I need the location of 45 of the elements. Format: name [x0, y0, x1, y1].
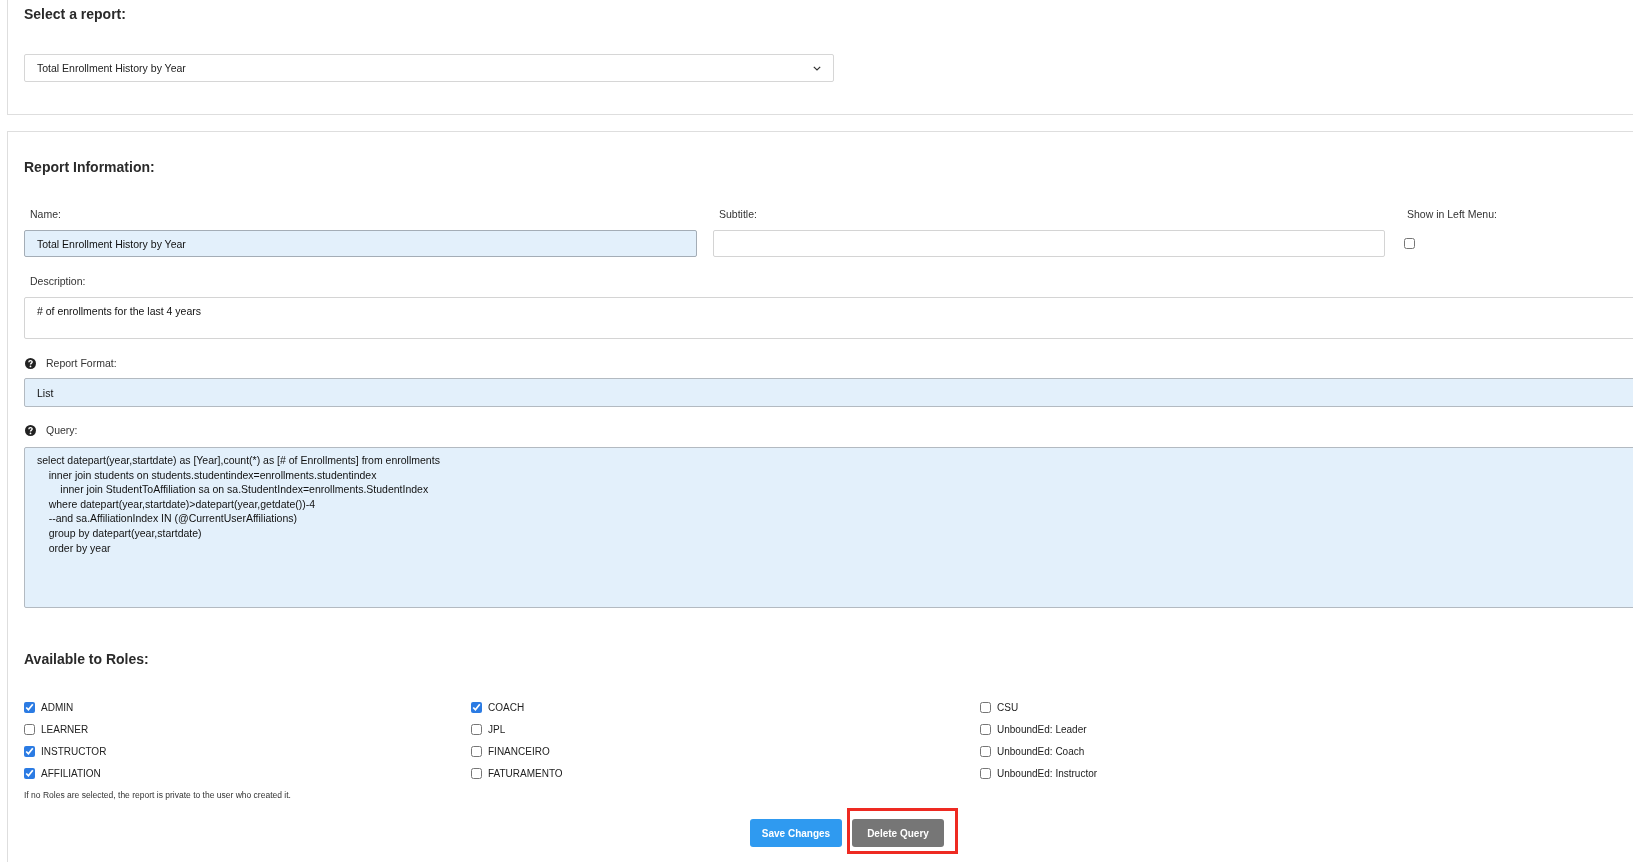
- role-label: UnboundEd: Instructor: [997, 767, 1098, 779]
- field-label: Subtitle:: [718, 207, 758, 221]
- role-label: FATURAMENTO: [488, 767, 563, 779]
- subtitle-field[interactable]: [713, 230, 1385, 257]
- field-label: Show in Left Menu:: [1406, 207, 1498, 221]
- chevron-down-icon: [813, 65, 821, 71]
- role-checkbox[interactable]: [471, 723, 482, 735]
- role-checkbox[interactable]: [980, 767, 991, 779]
- help-icon[interactable]: [25, 357, 36, 369]
- role-checkbox[interactable]: [24, 745, 35, 757]
- section-title: Report Information:: [24, 158, 156, 177]
- role-checkbox[interactable]: [980, 701, 991, 713]
- section-title: Select a report:: [24, 5, 127, 24]
- role-checkbox[interactable]: [24, 701, 35, 713]
- role-label: INSTRUCTOR: [41, 745, 107, 757]
- show-in-menu-checkbox[interactable]: [1404, 238, 1415, 249]
- roles-note: If no Roles are selected, the report is private to the user who created it.: [24, 789, 292, 801]
- role-label: JPL: [488, 723, 506, 735]
- role-checkbox[interactable]: [471, 745, 482, 757]
- field-label: Description:: [29, 274, 87, 288]
- role-label: UnboundEd: Leader: [997, 723, 1087, 735]
- role-checkbox[interactable]: [471, 701, 482, 713]
- role-label: CSU: [997, 701, 1019, 713]
- role-checkbox[interactable]: [24, 723, 35, 735]
- role-checkbox[interactable]: [980, 745, 991, 757]
- role-label: ADMIN: [41, 701, 74, 713]
- role-checkbox[interactable]: [471, 767, 482, 779]
- report-format-select[interactable]: List: [24, 378, 1633, 407]
- field-label: Report Format:: [46, 356, 117, 370]
- role-label: UnboundEd: Coach: [997, 745, 1085, 757]
- role-label: AFFILIATION: [41, 767, 101, 779]
- role-checkbox[interactable]: [24, 767, 35, 779]
- field-label: Name:: [29, 207, 62, 221]
- role-label: LEARNER: [41, 723, 89, 735]
- role-checkbox[interactable]: [980, 723, 991, 735]
- role-label: COACH: [488, 701, 525, 713]
- role-label: FINANCEIRO: [488, 745, 550, 757]
- report-select[interactable]: Total Enrollment History by Year: [24, 54, 834, 82]
- help-icon[interactable]: [25, 424, 36, 436]
- delete-button[interactable]: Delete Query: [852, 819, 944, 847]
- description-field[interactable]: # of enrollments for the last 4 years: [24, 297, 1633, 339]
- field-label: Query:: [46, 423, 78, 437]
- query-field[interactable]: select datepart(year,startdate) as [Year],count(*) as [# of Enrollments] from enrollments inner join students on students.studentindex=enrollments.studentindex inner join StudentToAffiliation sa on sa.StudentIndex=enrollments.StudentIndex where datepart(year,startdate)>datepart(year,getdate())-4 --and sa.AffiliationIndex IN (@CurrentUserAffiliations) group by datepart(year,startdate) order by year: [24, 447, 1633, 608]
- section-title: Available to Roles:: [24, 650, 150, 669]
- name-field[interactable]: Total Enrollment History by Year: [24, 230, 697, 257]
